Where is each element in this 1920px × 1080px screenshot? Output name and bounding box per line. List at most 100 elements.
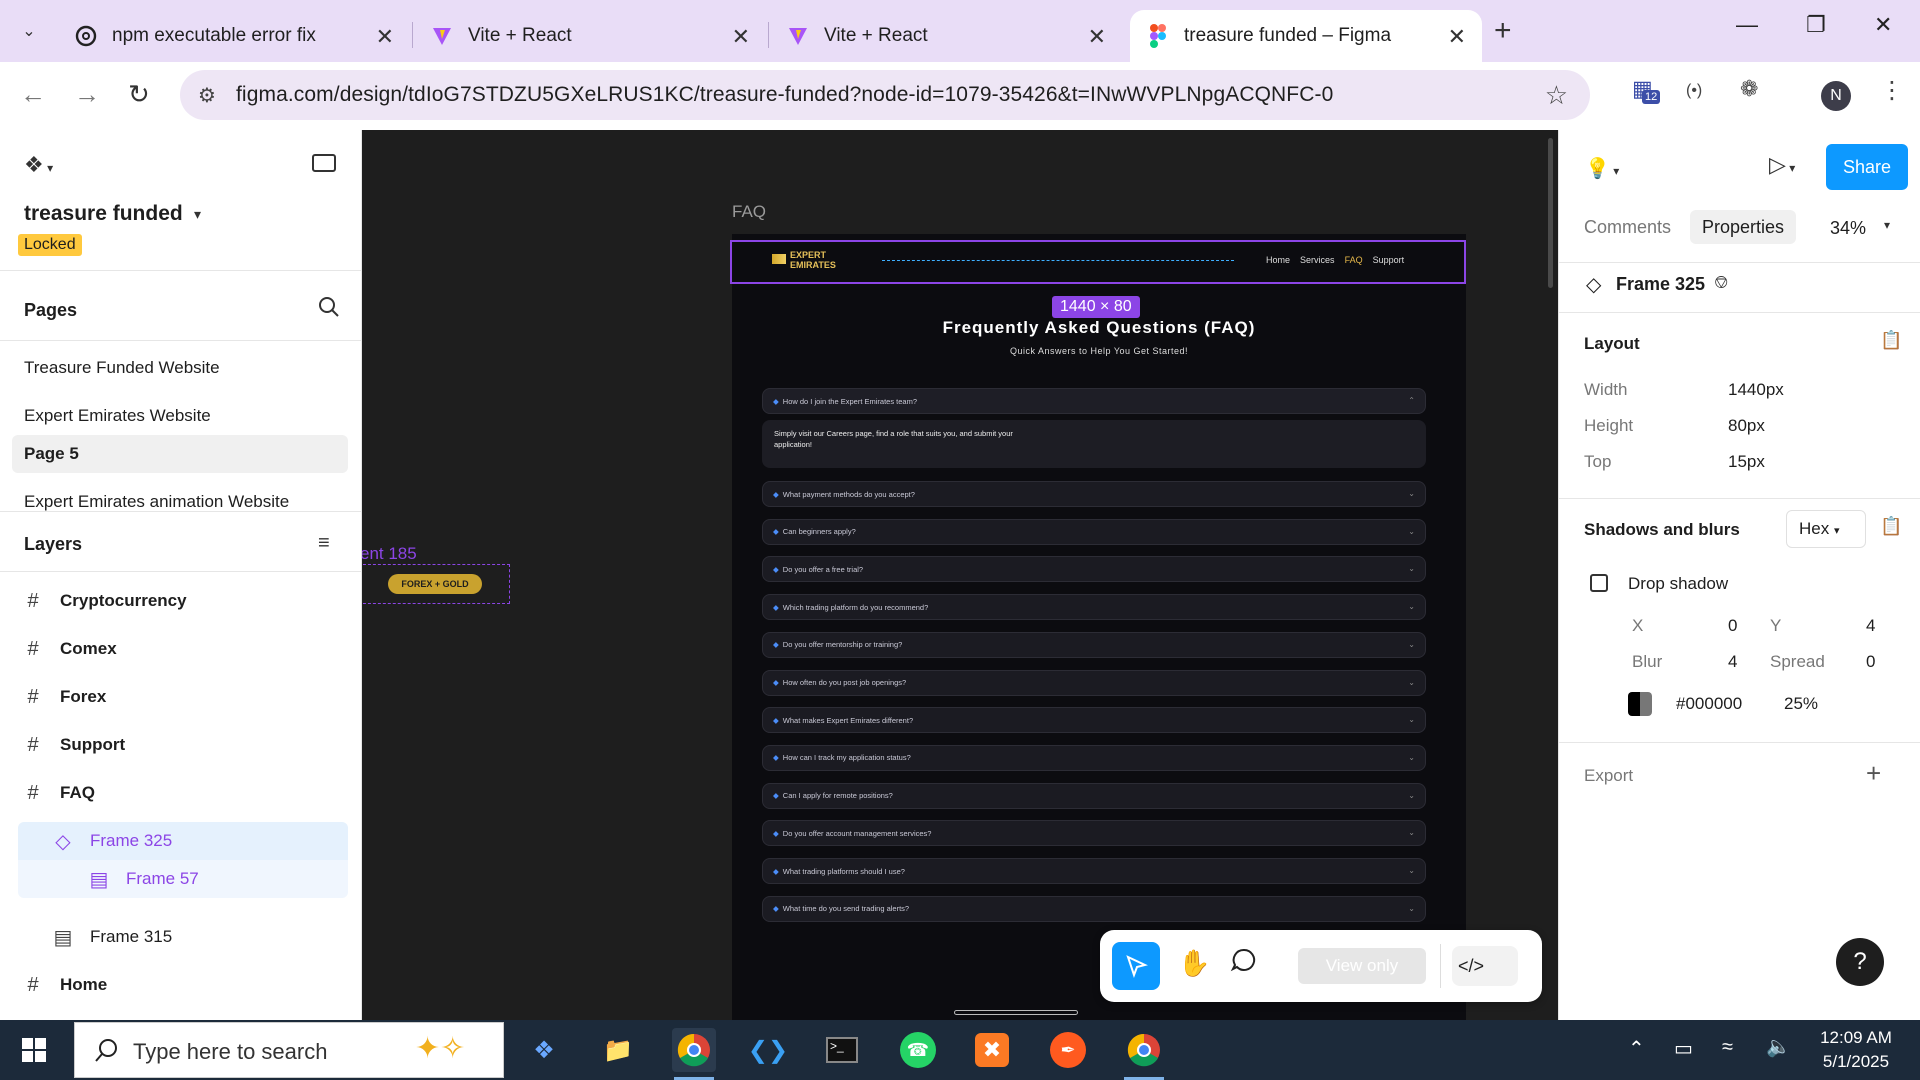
vscode-icon[interactable]: ❮❯: [746, 1028, 790, 1072]
copy-clipboard-icon[interactable]: 📋: [1880, 516, 1902, 537]
horizontal-scrollbar[interactable]: [954, 1010, 1078, 1015]
layer-row-selected[interactable]: ◇ Frame 325: [18, 822, 348, 860]
share-button[interactable]: Share: [1826, 144, 1908, 190]
lightbulb-plugin-icon[interactable]: 💡 ▾: [1585, 156, 1619, 181]
file-explorer-icon[interactable]: 📁: [596, 1028, 640, 1072]
faq-item[interactable]: ◆ What trading platforms should I use? ⌄: [762, 858, 1426, 884]
file-menu-chevron-icon[interactable]: ▾: [194, 206, 201, 223]
layer-row[interactable]: ▤ Frame 315: [18, 918, 348, 956]
new-tab-plus-icon[interactable]: +: [1494, 14, 1512, 48]
copilot-icon[interactable]: ❖: [522, 1028, 566, 1072]
layer-row[interactable]: # Comex: [18, 630, 348, 668]
close-window-icon[interactable]: ✕: [1874, 12, 1892, 38]
faq-item[interactable]: ◆ What payment methods do you accept? ⌄: [762, 481, 1426, 507]
hand-tool-icon[interactable]: ✋: [1178, 948, 1210, 979]
add-export-plus-icon[interactable]: +: [1866, 758, 1881, 789]
faq-item[interactable]: ◆ What makes Expert Emirates different? ⌄: [762, 707, 1426, 734]
faq-item[interactable]: ◆ Do you offer mentorship or training? ⌄: [762, 631, 1426, 658]
layer-row[interactable]: # Forex: [18, 678, 348, 716]
layer-row[interactable]: # Home: [18, 966, 348, 1004]
forward-arrow-icon[interactable]: →: [74, 79, 100, 110]
layer-row-child[interactable]: ▤ Frame 57: [18, 860, 348, 898]
copy-clipboard-icon[interactable]: 📋: [1880, 330, 1902, 351]
side-pill[interactable]: FOREX + GOLD: [388, 574, 482, 594]
restore-window-icon[interactable]: ❐: [1806, 12, 1826, 38]
wifi-icon[interactable]: ≈: [1722, 1036, 1733, 1059]
faq-item[interactable]: ◆ How can I track my application status? ⌄: [762, 744, 1426, 771]
dev-mode-toggle-icon[interactable]: </>: [1452, 946, 1518, 986]
divider: [0, 270, 362, 271]
selected-frame-outline[interactable]: [730, 240, 1466, 284]
drop-shadow-checkbox[interactable]: [1590, 574, 1608, 592]
comment-tool-icon[interactable]: [1230, 946, 1258, 979]
search-icon[interactable]: [318, 296, 340, 324]
battery-icon[interactable]: ▭: [1674, 1036, 1693, 1061]
faq-item-open[interactable]: ◆ How do I join the Expert Emirates team?…: [762, 388, 1426, 414]
tab-figma-active[interactable]: treasure funded – Figma ✕: [1130, 10, 1482, 62]
tab-search-chevron-icon[interactable]: ⌄: [10, 12, 48, 50]
zoom-chevron-icon[interactable]: ▾: [1884, 218, 1890, 232]
url-text[interactable]: figma.com/design/tdIoG7STDZU5GXeLRUS1KC/…: [236, 83, 1333, 107]
site-settings-icon[interactable]: ⚙: [198, 83, 216, 108]
vertical-scrollbar[interactable]: [1548, 138, 1553, 288]
tab-vite-react-1[interactable]: Vite + React ✕: [414, 10, 766, 62]
xampp-icon[interactable]: ✖: [970, 1028, 1014, 1072]
tab-vite-react-2[interactable]: Vite + React ✕: [770, 10, 1122, 62]
browser-menu-icon[interactable]: ⋮: [1880, 76, 1904, 105]
show-hidden-icons-chevron-icon[interactable]: ⌃: [1628, 1036, 1645, 1061]
help-button[interactable]: ?: [1836, 938, 1884, 986]
faq-item[interactable]: ◆ Do you offer account management service…: [762, 820, 1426, 847]
collapse-layers-icon[interactable]: ≡: [318, 532, 330, 555]
design-app-icon[interactable]: ✒: [1046, 1028, 1090, 1072]
faq-item[interactable]: ◆ What time do you send trading alerts? ⌄: [762, 895, 1426, 922]
chrome-profile-icon[interactable]: [1122, 1028, 1166, 1072]
close-tab-icon[interactable]: ✕: [1448, 24, 1466, 50]
tab-npm-error[interactable]: npm executable error fix ✕: [58, 10, 410, 62]
layer-row[interactable]: # Cryptocurrency: [18, 582, 348, 620]
minimize-window-icon[interactable]: —: [1736, 12, 1758, 38]
tab-properties[interactable]: Properties: [1690, 210, 1797, 244]
file-name[interactable]: treasure funded: [24, 202, 183, 226]
bookmark-star-icon[interactable]: ☆: [1545, 80, 1568, 111]
whatsapp-icon[interactable]: ☎: [896, 1028, 940, 1072]
faq-item[interactable]: ◆ Can beginners apply? ⌄: [762, 518, 1426, 545]
page-item[interactable]: Expert Emirates Website: [24, 396, 211, 436]
layer-row[interactable]: # Support: [18, 726, 348, 764]
clock[interactable]: 12:09 AM 5/1/2025: [1804, 1026, 1908, 1074]
side-frame-label[interactable]: ent 185: [362, 544, 417, 564]
chrome-icon[interactable]: [672, 1028, 716, 1072]
tab-comments[interactable]: Comments: [1584, 210, 1671, 244]
move-tool-icon[interactable]: [1112, 942, 1160, 990]
taskbar-search-box[interactable]: Type here to search ✦✧: [74, 1022, 504, 1078]
frame-label[interactable]: FAQ: [732, 202, 766, 222]
terminal-icon[interactable]: >_: [820, 1028, 864, 1072]
profile-avatar[interactable]: N: [1821, 81, 1851, 111]
layer-row[interactable]: # FAQ: [18, 774, 348, 812]
toggle-sidebar-icon[interactable]: [312, 154, 336, 172]
faq-item[interactable]: ◆ Which trading platform do you recommend…: [762, 594, 1426, 621]
extensions-puzzle-icon[interactable]: ❁: [1740, 76, 1758, 102]
colorful-extension-icon[interactable]: (•): [1686, 82, 1702, 100]
faq-item[interactable]: ◆ Do you offer a free trial? ⌄: [762, 556, 1426, 583]
faq-item[interactable]: ◆ Can I apply for remote positions? ⌄: [762, 782, 1426, 809]
figma-main-menu-icon[interactable]: ❖ ▾: [24, 152, 53, 178]
faq-item[interactable]: ◆ How often do you post job openings? ⌄: [762, 669, 1426, 696]
extension-icon[interactable]: ▦ 12: [1632, 76, 1661, 104]
windows-start-icon[interactable]: [22, 1038, 46, 1067]
present-play-icon[interactable]: ▷ ▾: [1769, 152, 1795, 178]
design-canvas[interactable]: FAQ ent 185 FOREX + GOLD EXPERT EMIRATES …: [362, 130, 1558, 1020]
page-item[interactable]: Expert Emirates animation Website: [24, 482, 289, 522]
page-item[interactable]: Treasure Funded Website: [24, 348, 220, 388]
go-to-main-component-icon[interactable]: ⎊: [1714, 272, 1728, 293]
page-item-selected[interactable]: Page 5: [24, 434, 79, 474]
back-arrow-icon[interactable]: ←: [20, 79, 46, 110]
close-tab-icon[interactable]: ✕: [376, 24, 394, 50]
address-bar[interactable]: ⚙ figma.com/design/tdIoG7STDZU5GXeLRUS1K…: [180, 70, 1590, 120]
close-tab-icon[interactable]: ✕: [732, 24, 750, 50]
close-tab-icon[interactable]: ✕: [1088, 24, 1106, 50]
volume-icon[interactable]: 🔈: [1766, 1034, 1791, 1059]
zoom-level[interactable]: 34%: [1830, 218, 1866, 239]
shadow-color-swatch[interactable]: [1628, 692, 1652, 716]
reload-icon[interactable]: ↻: [128, 79, 150, 110]
color-format-select[interactable]: Hex ▾: [1786, 510, 1866, 548]
